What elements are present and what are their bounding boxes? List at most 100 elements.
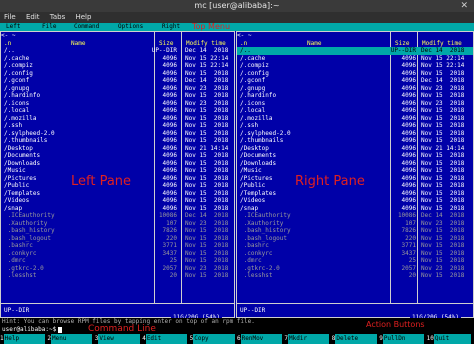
file-row[interactable]: .Xauthority 107 Nov 23 2018 <box>237 220 473 228</box>
file-row[interactable]: /.icons 4096 Nov 23 2018 <box>1 100 234 108</box>
file-row[interactable]: /Downloads 4096 Nov 15 2018 <box>237 160 473 168</box>
file-row[interactable]: /Desktop 4096 Nov 21 14:14 <box>237 145 473 153</box>
fkey-edit[interactable]: 4Edit <box>142 334 188 344</box>
file-name: .bash_history <box>4 227 55 234</box>
file-size: 4096 <box>401 129 416 137</box>
header-n[interactable]: .n <box>240 40 247 47</box>
file-row[interactable]: /.gnupg 4096 Nov 23 2018 <box>237 85 473 93</box>
file-row[interactable]: .conkyrc 3437 Nov 15 2018 <box>237 250 473 258</box>
file-row[interactable]: .ICEauthority 10086 Dec 14 2018 <box>237 212 473 220</box>
file-row[interactable]: .conkyrc 3437 Nov 15 2018 <box>1 250 234 258</box>
file-row[interactable]: /.gconf 4096 Dec 14 2018 <box>1 77 234 85</box>
file-name: /Desktop <box>4 144 33 152</box>
file-row[interactable]: /Videos 4096 Nov 15 2018 <box>237 197 473 205</box>
topmenu-left[interactable]: Left <box>6 23 20 31</box>
file-row[interactable]: /Videos 4096 Nov 15 2018 <box>1 197 234 205</box>
file-row[interactable]: /.sylpheed-2.0 4096 Nov 15 2018 <box>237 130 473 138</box>
fkey-help[interactable]: 1Help <box>0 334 46 344</box>
file-row[interactable]: /.mozilla 4096 Nov 15 2018 <box>237 115 473 123</box>
file-row[interactable]: /Documents 4096 Nov 15 2018 <box>1 152 234 160</box>
fkey-mkdir[interactable]: 7Mkdir <box>284 334 330 344</box>
file-row[interactable]: .Xauthority 107 Nov 23 2018 <box>1 220 234 228</box>
file-row[interactable]: .gtkrc-2.0 2057 Nov 23 2018 <box>1 265 234 273</box>
file-mtime: Nov 23 2018 <box>185 99 229 107</box>
file-row[interactable]: /snap 4096 Nov 15 2018 <box>1 205 234 213</box>
right-pane[interactable]: <- ~ .n Name Size Modify time /.. UP--DIR… <box>236 31 474 322</box>
menu-edit[interactable]: Edit <box>26 13 40 21</box>
header-name[interactable]: Name <box>307 40 321 47</box>
file-row[interactable]: /.compiz 4096 Nov 15 22:14 <box>237 62 473 70</box>
file-row[interactable]: /.mozilla 4096 Nov 15 2018 <box>1 115 234 123</box>
menu-help[interactable]: Help <box>75 13 91 21</box>
file-row[interactable]: .gtkrc-2.0 2057 Nov 23 2018 <box>237 265 473 273</box>
file-row[interactable]: /.config 4096 Nov 15 2018 <box>237 70 473 78</box>
fkey-renmov[interactable]: 6RenMov <box>237 334 283 344</box>
file-size: 4096 <box>401 92 416 99</box>
file-row[interactable]: .bashrc 3771 Nov 15 2018 <box>1 242 234 250</box>
file-row[interactable]: /Templates 4096 Nov 15 2018 <box>237 190 473 198</box>
close-icon[interactable]: ✕ <box>460 0 468 12</box>
file-row[interactable]: .bash_history 7826 Nov 15 2018 <box>1 227 234 235</box>
file-row[interactable]: .bashrc 3771 Nov 15 2018 <box>237 242 473 250</box>
fkey-delete[interactable]: 8Delete <box>332 334 377 344</box>
file-row[interactable]: /Desktop 4096 Nov 21 14:14 <box>1 145 234 153</box>
file-row[interactable]: /.config 4096 Nov 15 2018 <box>1 70 234 78</box>
file-row[interactable]: /.cache 4096 Nov 15 22:14 <box>237 55 473 63</box>
file-row[interactable]: /.sylpheed-2.0 4096 Nov 15 2018 <box>1 130 234 138</box>
header-size[interactable]: Size <box>395 40 409 47</box>
file-row[interactable]: .bash_logout 220 Nov 15 2018 <box>1 235 234 243</box>
file-row[interactable]: /.icons 4096 Nov 23 2018 <box>237 100 473 108</box>
topmenu-command[interactable]: Command <box>74 23 99 31</box>
file-row[interactable]: /.cache 4096 Nov 15 22:14 <box>1 55 234 63</box>
file-row[interactable]: /.local 4096 Nov 15 2018 <box>237 107 473 115</box>
menu-tabs[interactable]: Tabs <box>50 13 66 21</box>
left-file-list: /.. UP--DIR Dec 14 2018 /.cache 4096 Nov 15 2… <box>1 47 234 280</box>
file-name: /.ssh <box>240 122 259 129</box>
header-mtime[interactable]: Modify time <box>186 40 226 47</box>
file-size: 4096 <box>401 189 416 197</box>
file-row[interactable]: .bash_logout 220 Nov 15 2018 <box>237 235 473 243</box>
header-mtime[interactable]: Modify time <box>422 40 462 47</box>
fkey-copy[interactable]: 5Copy <box>190 334 235 344</box>
file-row[interactable]: /.compiz 4096 Nov 15 22:14 <box>1 62 234 70</box>
header-n[interactable]: .n <box>4 40 11 47</box>
file-row[interactable]: /.local 4096 Nov 15 2018 <box>1 107 234 115</box>
file-row[interactable]: .lesshst 20 Nov 15 2018 <box>1 272 234 280</box>
file-row[interactable]: /.hardinfo 4096 Nov 15 2018 <box>237 92 473 100</box>
file-row[interactable]: /.. UP--DIR Dec 14 2018 <box>1 47 234 55</box>
file-name: /Public <box>4 182 30 189</box>
file-row[interactable]: /Downloads 4096 Nov 15 2018 <box>1 160 234 168</box>
topmenu-file[interactable]: File <box>42 23 56 31</box>
file-row[interactable]: /Templates 4096 Nov 15 2018 <box>1 190 234 198</box>
file-row[interactable]: /.thumbnails 4096 Nov 15 2018 <box>237 137 473 145</box>
file-row[interactable]: .ICEauthority 10086 Dec 14 2018 <box>1 212 234 220</box>
file-size: 4096 <box>401 62 416 69</box>
file-row[interactable]: /.ssh 4096 Nov 15 2018 <box>1 122 234 130</box>
fkey-quit[interactable]: 10Quit <box>427 334 472 344</box>
fkey-menu[interactable]: 2Menu <box>47 334 93 344</box>
left-pane-path: <- ~ <box>1 32 16 39</box>
window-titlebar: mc [user@alibaba]:~ ✕ <box>0 0 474 12</box>
file-row[interactable]: /.hardinfo 4096 Nov 15 2018 <box>1 92 234 100</box>
topmenu-options[interactable]: Options <box>118 23 143 31</box>
file-mtime: Nov 15 2018 <box>421 197 465 204</box>
file-row[interactable]: /snap 4096 Nov 15 2018 <box>237 205 473 213</box>
file-row[interactable]: /.gnupg 4096 Nov 23 2018 <box>1 85 234 93</box>
header-name[interactable]: Name <box>71 40 85 47</box>
fkey-view[interactable]: 3View <box>95 334 140 344</box>
fkey-pulldn[interactable]: 9PullDn <box>379 334 425 344</box>
file-row[interactable]: .dmrc 25 Nov 15 2018 <box>1 257 234 265</box>
file-row[interactable]: /.. UP--DIR Dec 14 2018 <box>237 47 473 55</box>
file-row[interactable]: /.gconf 4096 Dec 14 2018 <box>237 77 473 85</box>
file-row[interactable]: /.ssh 4096 Nov 15 2018 <box>237 122 473 130</box>
file-mtime: Nov 15 2018 <box>185 234 229 242</box>
file-row[interactable]: .dmrc 25 Nov 15 2018 <box>237 257 473 265</box>
topmenu-right[interactable]: Right <box>162 23 180 31</box>
menu-file[interactable]: File <box>4 13 16 21</box>
left-pane[interactable]: <- ~ .n Name Size Modify time /.. UP--DIR… <box>0 31 235 322</box>
file-row[interactable]: /.thumbnails 4096 Nov 15 2018 <box>1 137 234 145</box>
file-row[interactable]: /Documents 4096 Nov 15 2018 <box>237 152 473 160</box>
file-row[interactable]: .lesshst 20 Nov 15 2018 <box>237 272 473 280</box>
file-row[interactable]: .bash_history 7826 Nov 15 2018 <box>237 227 473 235</box>
header-size[interactable]: Size <box>159 40 173 47</box>
